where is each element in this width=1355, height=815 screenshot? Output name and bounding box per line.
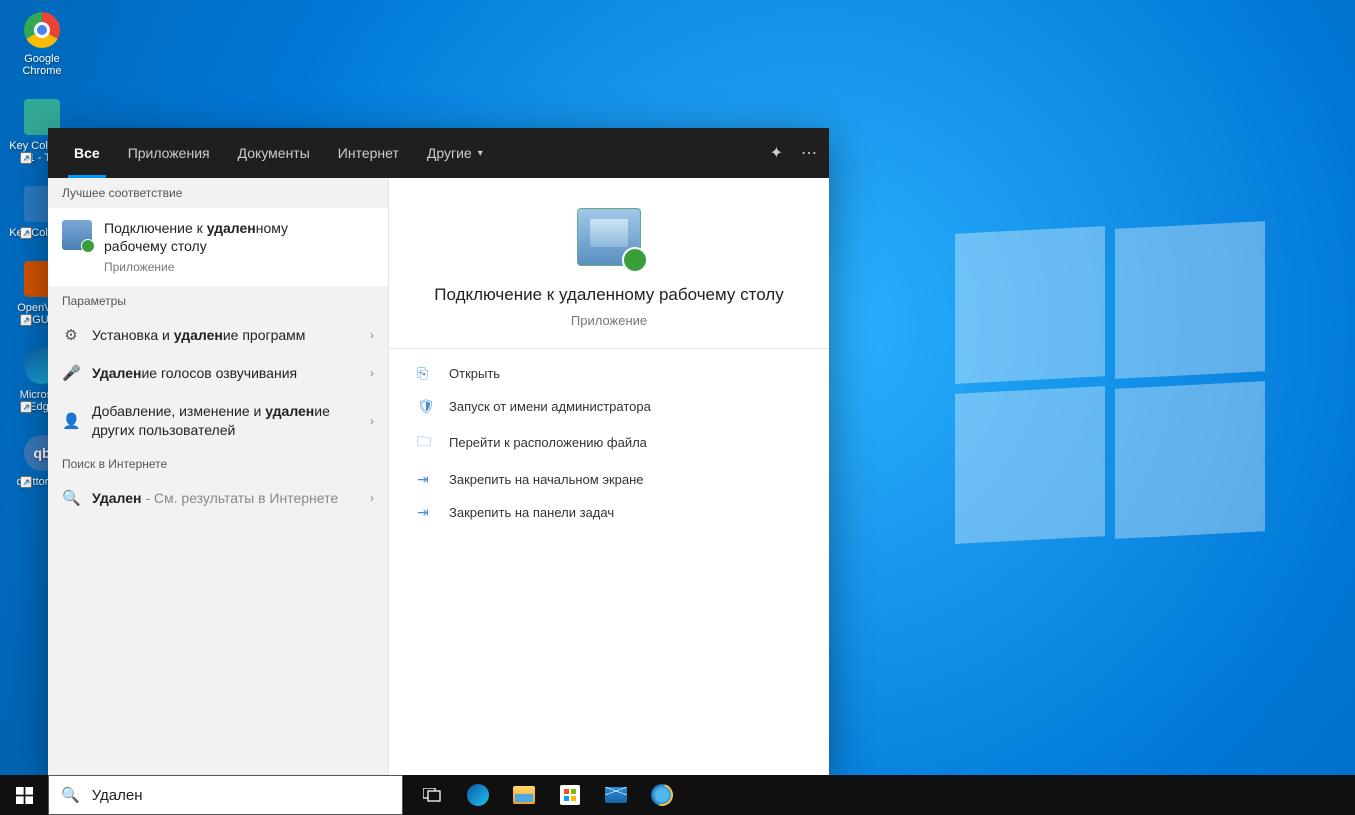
search-icon: 🔍 xyxy=(62,489,80,507)
preview-actions: ⎘ Открыть 🛡 Запуск от имени администрато… xyxy=(389,348,829,537)
rdp-icon xyxy=(62,220,92,250)
gear-icon: ⚙ xyxy=(62,326,80,344)
best-match-title: Подключение к удаленному xyxy=(104,220,288,236)
chrome-icon xyxy=(24,12,60,48)
tab-more[interactable]: Другие▾ xyxy=(413,128,497,178)
settings-item-users[interactable]: 👤 Добавление, изменение и удаление други… xyxy=(48,392,388,448)
desktop-icon-chrome[interactable]: Google Chrome xyxy=(6,10,78,77)
best-match-item[interactable]: Подключение к удаленному рабочему столу … xyxy=(48,208,388,286)
start-button[interactable] xyxy=(0,775,48,815)
tab-docs[interactable]: Документы xyxy=(224,128,324,178)
section-best-match: Лучшее соответствие xyxy=(48,178,388,208)
web-search-label: Удален - См. результаты в Интернете xyxy=(92,489,358,507)
chevron-right-icon: › xyxy=(370,414,374,428)
desktop-icon-label: Google Chrome xyxy=(6,53,78,77)
web-search-item[interactable]: 🔍 Удален - См. результаты в Интернете › xyxy=(48,479,388,517)
section-settings: Параметры xyxy=(48,286,388,316)
taskbar-explorer[interactable] xyxy=(501,775,547,815)
shield-icon: 🛡 xyxy=(417,398,433,415)
settings-item-voices[interactable]: 🎤 Удаление голосов озвучивания › xyxy=(48,354,388,392)
settings-item-label: Удаление голосов озвучивания xyxy=(92,364,358,382)
folder-icon: 🗀 xyxy=(417,431,433,455)
action-label: Закрепить на начальном экране xyxy=(449,472,644,487)
store-icon xyxy=(560,785,580,805)
section-web: Поиск в Интернете xyxy=(48,449,388,479)
mail-icon xyxy=(605,787,627,803)
edge-icon xyxy=(467,784,489,806)
open-icon: ⎘ xyxy=(417,365,433,382)
pin-icon: ⇥ xyxy=(417,471,433,488)
search-input[interactable] xyxy=(92,787,390,804)
search-icon: 🔍 xyxy=(61,786,80,804)
task-view-button[interactable] xyxy=(409,775,455,815)
best-match-subtitle: Приложение xyxy=(104,260,288,274)
windows-icon xyxy=(16,787,33,804)
tab-apps[interactable]: Приложения xyxy=(114,128,224,178)
ie-icon xyxy=(651,784,673,806)
tab-internet[interactable]: Интернет xyxy=(324,128,413,178)
settings-item-uninstall[interactable]: ⚙ Установка и удаление программ › xyxy=(48,316,388,354)
preview-title: Подключение к удаленному рабочему столу xyxy=(434,284,783,307)
taskbar: 🔍 xyxy=(0,775,1355,815)
action-open[interactable]: ⎘ Открыть xyxy=(389,357,829,390)
user-icon: 👤 xyxy=(62,412,80,430)
preview-pane: Подключение к удаленному рабочему столу … xyxy=(388,178,829,775)
taskbar-search-box[interactable]: 🔍 xyxy=(48,775,403,815)
action-label: Перейти к расположению файла xyxy=(449,435,647,450)
action-file-location[interactable]: 🗀 Перейти к расположению файла xyxy=(389,423,829,463)
action-label: Открыть xyxy=(449,366,500,381)
settings-item-label: Установка и удаление программ xyxy=(92,326,358,344)
action-pin-start[interactable]: ⇥ Закрепить на начальном экране xyxy=(389,463,829,496)
settings-item-label: Добавление, изменение и удаление других … xyxy=(92,402,358,438)
search-header: Все Приложения Документы Интернет Другие… xyxy=(48,128,829,178)
tab-all[interactable]: Все xyxy=(60,128,114,178)
action-label: Закрепить на панели задач xyxy=(449,505,614,520)
chevron-right-icon: › xyxy=(370,491,374,505)
search-results-pane: Лучшее соответствие Подключение к удален… xyxy=(48,178,388,775)
preview-subtitle: Приложение xyxy=(571,313,647,328)
action-pin-taskbar[interactable]: ⇥ Закрепить на панели задач xyxy=(389,496,829,529)
rdp-icon-large xyxy=(577,208,641,266)
taskbar-mail[interactable] xyxy=(593,775,639,815)
search-panel: Все Приложения Документы Интернет Другие… xyxy=(48,128,829,775)
chevron-down-icon: ▾ xyxy=(478,148,483,159)
taskbar-edge[interactable] xyxy=(455,775,501,815)
action-label: Запуск от имени администратора xyxy=(449,399,651,414)
windows-logo-bg xyxy=(955,230,1275,550)
task-view-icon xyxy=(423,788,441,802)
pin-icon: ⇥ xyxy=(417,504,433,521)
more-options-icon[interactable]: ⋯ xyxy=(801,143,817,163)
feedback-icon[interactable]: ✦ xyxy=(770,143,783,163)
chevron-right-icon: › xyxy=(370,328,374,342)
taskbar-store[interactable] xyxy=(547,775,593,815)
taskbar-ie[interactable] xyxy=(639,775,685,815)
folder-icon xyxy=(513,786,535,804)
chevron-right-icon: › xyxy=(370,366,374,380)
action-run-admin[interactable]: 🛡 Запуск от имени администратора xyxy=(389,390,829,423)
microphone-icon: 🎤 xyxy=(62,364,80,382)
